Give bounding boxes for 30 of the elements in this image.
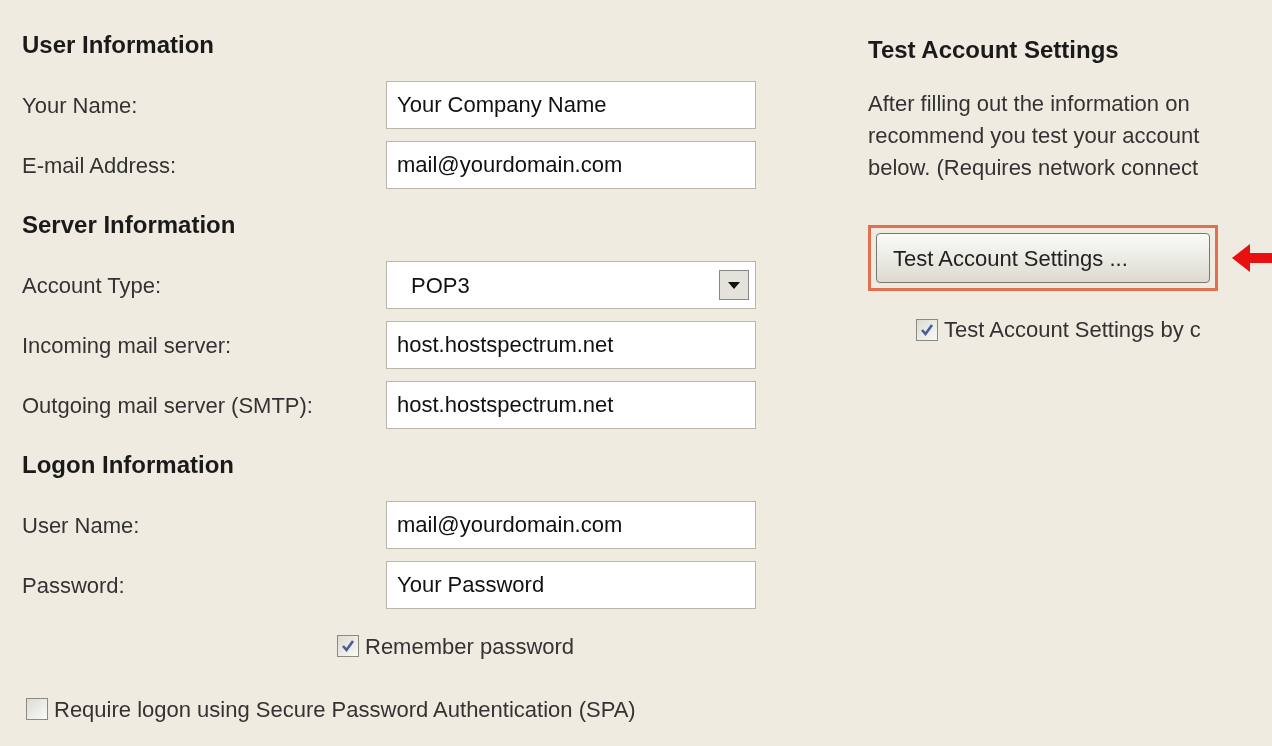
input-field[interactable]: host.hostspectrum.net <box>386 321 756 369</box>
arrow-icon <box>1232 242 1272 274</box>
description-text: After filling out the information on recommend you test your account below. (Requires network connect <box>868 90 1201 182</box>
field-label: E-mail Address: <box>22 151 178 180</box>
field-label: Your Name: <box>22 91 139 120</box>
field-label: Password: <box>22 571 126 600</box>
input-field[interactable]: host.hostspectrum.net <box>386 381 756 429</box>
section-heading: Logon Information <box>22 450 234 480</box>
checkbox-label: Test Account Settings by c <box>944 316 1201 344</box>
field-label: Incoming mail server: <box>22 331 233 360</box>
checkbox[interactable] <box>337 635 359 657</box>
field-label: User Name: <box>22 511 141 540</box>
input-field[interactable]: Your Company Name <box>386 81 756 129</box>
section-heading: Server Information <box>22 210 236 240</box>
input-field[interactable]: Your Password <box>386 561 756 609</box>
checkbox-label: Remember password <box>365 632 575 661</box>
test-account-settings-button[interactable]: Test Account Settings ... <box>876 233 1210 283</box>
check-icon <box>920 322 934 337</box>
section-heading: Test Account Settings <box>868 35 1120 65</box>
checkbox[interactable] <box>916 318 938 341</box>
section-heading: User Information <box>22 30 215 60</box>
dropdown-value: POP3 <box>411 271 470 300</box>
check-icon <box>341 639 355 653</box>
input-field[interactable]: mail@yourdomain.com <box>386 501 756 549</box>
checkbox[interactable] <box>26 698 48 720</box>
field-label: Account Type: <box>22 271 162 300</box>
field-label: Outgoing mail server (SMTP): <box>22 391 314 420</box>
checkbox-label: Require logon using Secure Password Authentication (SPA) <box>54 695 636 724</box>
input-field[interactable]: mail@yourdomain.com <box>386 141 756 189</box>
dropdown[interactable]: POP3 <box>386 261 756 309</box>
